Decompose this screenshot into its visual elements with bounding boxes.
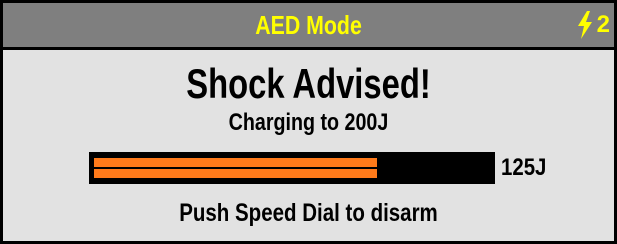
charge-progress-fill: [93, 157, 378, 179]
charging-status: Charging to 200J: [228, 109, 389, 136]
title-bar: AED Mode 2: [3, 3, 614, 47]
aed-screen: AED Mode 2 Shock Advised! Charging to 20…: [0, 0, 617, 244]
shock-advised-heading: Shock Advised!: [186, 60, 431, 107]
charge-progress-bar: [89, 152, 495, 184]
main-panel: Shock Advised! Charging to 200J 125J Pus…: [3, 50, 614, 241]
lightning-bolt-icon: [577, 11, 592, 39]
disarm-instruction: Push Speed Dial to disarm: [179, 199, 438, 227]
shock-count-value: 2: [596, 11, 610, 38]
charge-energy-value: 125J: [501, 154, 547, 181]
mode-title: AED Mode: [255, 10, 362, 40]
shock-counter: 2: [576, 3, 610, 47]
